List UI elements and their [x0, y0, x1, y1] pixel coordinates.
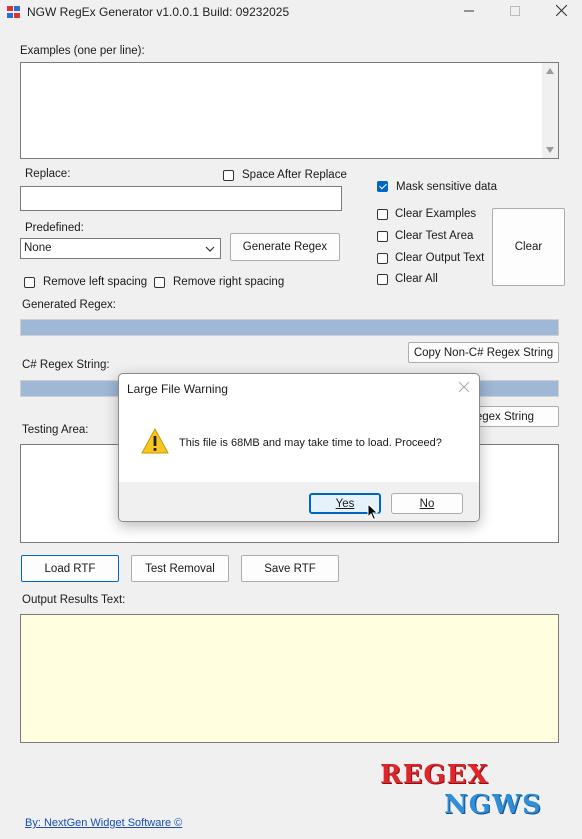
window-title: NGW RegEx Generator v1.0.0.1 Build: 0923…	[27, 5, 290, 19]
clear-all-label: Clear All	[395, 273, 438, 285]
dialog-close-icon[interactable]	[458, 381, 470, 395]
examples-scrollbar[interactable]	[542, 63, 558, 158]
large-file-warning-dialog: Large File Warning This file is 68MB and…	[118, 373, 480, 522]
footer-credit-link[interactable]: By: NextGen Widget Software ©	[25, 817, 182, 829]
title-bar: NGW RegEx Generator v1.0.0.1 Build: 0923…	[0, 0, 582, 24]
predefined-label: Predefined:	[25, 222, 84, 234]
examples-textbox[interactable]	[20, 62, 559, 159]
remove-left-spacing-checkbox[interactable]	[24, 277, 35, 288]
dialog-yes-label: Yes	[335, 497, 355, 510]
space-after-replace-checkbox[interactable]	[223, 170, 234, 181]
maximize-icon	[510, 4, 520, 19]
clear-test-area-label: Clear Test Area	[395, 230, 474, 242]
clear-test-area-checkbox[interactable]	[377, 231, 388, 242]
close-icon	[555, 4, 567, 19]
close-button[interactable]	[538, 0, 582, 24]
remove-right-spacing-checkbox[interactable]	[154, 277, 165, 288]
maximize-button[interactable]	[492, 0, 538, 24]
mouse-cursor-icon	[367, 502, 379, 524]
clear-examples-label: Clear Examples	[395, 208, 477, 220]
minimize-button[interactable]	[446, 0, 492, 24]
logo-ngws-text: NGWS	[444, 790, 542, 820]
copy-non-cs-regex-button[interactable]: Copy Non-C# Regex String	[408, 342, 559, 363]
scroll-down-icon[interactable]	[546, 147, 554, 153]
test-removal-button[interactable]: Test Removal	[131, 555, 229, 582]
dialog-no-button[interactable]: No	[391, 493, 463, 514]
save-rtf-button[interactable]: Save RTF	[241, 555, 339, 582]
app-icon	[7, 5, 21, 19]
dialog-message: This file is 68MB and may take time to l…	[179, 437, 442, 449]
warning-icon	[141, 427, 169, 457]
load-rtf-button[interactable]: Load RTF	[21, 555, 119, 582]
clear-button[interactable]: Clear	[492, 208, 565, 286]
examples-label: Examples (one per line):	[20, 45, 145, 57]
minimize-icon	[464, 4, 474, 19]
remove-left-spacing-label: Remove left spacing	[43, 276, 148, 288]
predefined-selected: None	[24, 242, 52, 254]
replace-input[interactable]	[20, 186, 342, 211]
clear-all-checkbox[interactable]	[377, 274, 388, 285]
mask-sensitive-checkbox[interactable]	[377, 181, 388, 192]
output-results-textbox[interactable]	[20, 614, 559, 743]
clear-output-text-checkbox[interactable]	[377, 253, 388, 264]
generate-regex-button[interactable]: Generate Regex	[230, 233, 340, 261]
scroll-up-icon[interactable]	[546, 68, 554, 74]
dialog-title: Large File Warning	[127, 382, 228, 396]
cs-regex-label: C# Regex String:	[22, 359, 110, 371]
predefined-dropdown[interactable]: None	[20, 238, 221, 259]
chevron-down-icon	[205, 243, 215, 257]
replace-label: Replace:	[25, 168, 71, 180]
mask-sensitive-label: Mask sensitive data	[396, 181, 497, 193]
space-after-replace-label: Space After Replace	[242, 169, 347, 181]
remove-right-spacing-label: Remove right spacing	[173, 276, 285, 288]
clear-examples-checkbox[interactable]	[377, 209, 388, 220]
clear-output-text-label: Clear Output Text	[395, 252, 485, 264]
output-results-label: Output Results Text:	[22, 594, 126, 606]
generated-regex-label: Generated Regex:	[22, 299, 116, 311]
dialog-footer: Yes No	[119, 482, 479, 521]
generated-regex-field[interactable]	[20, 319, 559, 336]
dialog-no-label: No	[419, 497, 435, 510]
logo-regex-text: REGEX	[380, 760, 489, 790]
testing-area-label: Testing Area:	[22, 424, 89, 436]
